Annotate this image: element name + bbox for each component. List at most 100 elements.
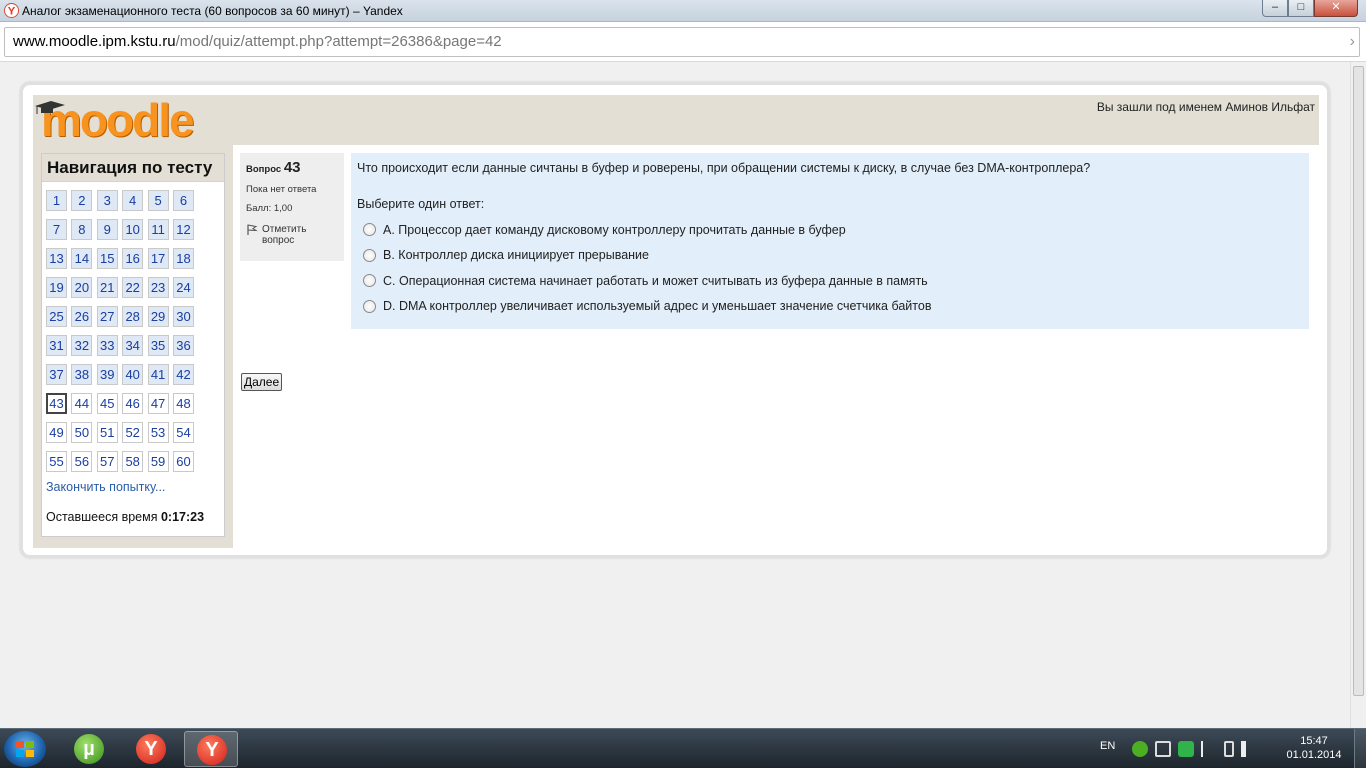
answer-option[interactable]: D. DMA контроллер увеличивает используем… [363, 294, 1303, 320]
show-desktop-button[interactable] [1354, 729, 1366, 768]
action-center-flag-icon[interactable] [1201, 741, 1217, 757]
question-nav-button[interactable]: 9 [96, 219, 118, 240]
next-button[interactable]: Далее [241, 373, 283, 391]
vertical-scrollbar[interactable] [1350, 62, 1366, 728]
question-nav-button[interactable]: 39 [96, 364, 118, 385]
question-nav-button[interactable]: 57 [96, 451, 118, 472]
moodle-logo[interactable]: moodle [35, 97, 195, 143]
question-nav-button[interactable]: 52 [122, 422, 144, 443]
question-nav-button[interactable]: 3 [96, 190, 118, 211]
network-icon[interactable] [1155, 741, 1171, 757]
browser-title-bar: Y Аналог экзаменационного теста (60 вопр… [0, 0, 1366, 22]
question-nav-button[interactable]: 17 [147, 248, 169, 269]
question-nav-button[interactable]: 44 [71, 393, 93, 414]
question-nav-button[interactable]: 43 [46, 393, 67, 414]
power-icon[interactable] [1224, 741, 1234, 757]
question-nav-button[interactable]: 41 [147, 364, 169, 385]
question-nav-button[interactable]: 45 [96, 393, 118, 414]
question-nav-button[interactable]: 11 [147, 219, 169, 240]
answer-radio[interactable] [363, 248, 376, 262]
question-nav-button[interactable]: 40 [122, 364, 144, 385]
question-nav-button[interactable]: 34 [122, 335, 144, 356]
question-nav-button[interactable]: 1 [46, 190, 67, 211]
answer-label[interactable]: D. DMA контроллер увеличивает используем… [383, 299, 931, 313]
question-nav-button[interactable]: 53 [147, 422, 169, 443]
question-nav-button[interactable]: 10 [122, 219, 144, 240]
question-nav-button[interactable]: 18 [172, 248, 194, 269]
answer-label[interactable]: A. Процессор дает команду дисковому конт… [383, 223, 846, 237]
question-nav-button[interactable]: 47 [147, 393, 169, 414]
yandex-browser-taskbar-icon[interactable]: Y [124, 731, 178, 767]
green-check-tray-icon[interactable] [1178, 741, 1194, 757]
question-nav-button[interactable]: 8 [71, 219, 93, 240]
question-nav-button[interactable]: 24 [172, 277, 194, 298]
question-nav-button[interactable]: 27 [96, 306, 118, 327]
close-button[interactable]: ✕ [1314, 0, 1358, 17]
question-nav-button[interactable]: 32 [71, 335, 93, 356]
language-indicator[interactable]: EN [1100, 740, 1115, 752]
scrollbar-thumb[interactable] [1353, 66, 1364, 696]
question-nav-button[interactable]: 60 [172, 451, 194, 472]
question-nav-button[interactable]: 49 [46, 422, 67, 443]
question-nav-button[interactable]: 36 [172, 335, 194, 356]
question-nav-button[interactable]: 26 [71, 306, 93, 327]
minimize-button[interactable]: – [1262, 0, 1288, 17]
url-path: /mod/quiz/attempt.php?attempt=26386&page… [175, 33, 502, 50]
finish-attempt-link[interactable]: Закончить попытку... [46, 480, 165, 494]
question-nav-button[interactable]: 22 [122, 277, 144, 298]
question-nav-button[interactable]: 31 [46, 335, 67, 356]
question-button-grid: 1 2 3 4 5 6 7 8 9 10 11 12 13 14 15 16 17 18 19 20 21 22 23 24 2… [46, 190, 194, 472]
question-nav-button[interactable]: 4 [122, 190, 144, 211]
question-nav-button[interactable]: 23 [147, 277, 169, 298]
question-nav-button[interactable]: 5 [147, 190, 169, 211]
question-nav-button[interactable]: 48 [172, 393, 194, 414]
question-nav-button[interactable]: 55 [46, 451, 67, 472]
question-nav-button[interactable]: 6 [172, 190, 194, 211]
question-nav-button[interactable]: 29 [147, 306, 169, 327]
question-nav-button[interactable]: 21 [96, 277, 118, 298]
volume-icon[interactable] [1241, 741, 1251, 757]
answer-option[interactable]: C. Операционная система начинает работат… [363, 268, 1303, 294]
taskbar-clock[interactable]: 15:47 01.01.2014 [1286, 734, 1342, 762]
question-nav-button[interactable]: 14 [71, 248, 93, 269]
question-nav-button[interactable]: 19 [46, 277, 67, 298]
question-nav-button[interactable]: 13 [46, 248, 67, 269]
question-nav-button[interactable]: 37 [46, 364, 67, 385]
url-field[interactable]: www.moodle.ipm.kstu.ru/mod/quiz/attempt.… [4, 27, 1360, 57]
question-nav-button[interactable]: 12 [172, 219, 194, 240]
start-button[interactable] [4, 731, 46, 767]
answer-option[interactable]: B. Контроллер диска инициирует прерывани… [363, 243, 1303, 269]
maximize-button[interactable]: □ [1288, 0, 1314, 17]
answer-label[interactable]: B. Контроллер диска инициирует прерывани… [383, 248, 649, 262]
question-nav-button[interactable]: 33 [96, 335, 118, 356]
question-nav-button[interactable]: 15 [96, 248, 118, 269]
question-nav-button[interactable]: 59 [147, 451, 169, 472]
answer-radio[interactable] [363, 299, 376, 313]
answer-radio[interactable] [363, 274, 376, 288]
question-nav-button[interactable]: 56 [71, 451, 93, 472]
question-nav-button[interactable]: 38 [71, 364, 93, 385]
question-nav-button[interactable]: 28 [122, 306, 144, 327]
answer-label[interactable]: C. Операционная система начинает работат… [383, 274, 928, 288]
question-nav-button[interactable]: 20 [71, 277, 93, 298]
flag-question-button[interactable]: Отметить вопрос [246, 224, 338, 246]
yandex-browser-active-taskbar-icon[interactable]: Y [184, 731, 238, 767]
question-nav-button[interactable]: 25 [46, 306, 67, 327]
answer-radio[interactable] [363, 223, 376, 237]
question-nav-button[interactable]: 54 [172, 422, 194, 443]
utorrent-tray-icon[interactable] [1132, 741, 1148, 757]
question-nav-button[interactable]: 58 [122, 451, 144, 472]
chevron-right-icon[interactable]: › [1350, 28, 1355, 56]
answer-option[interactable]: A. Процессор дает команду дисковому конт… [363, 217, 1303, 243]
question-number-value: 43 [283, 159, 301, 176]
question-nav-button[interactable]: 7 [46, 219, 67, 240]
utorrent-taskbar-icon[interactable]: µ [62, 731, 116, 767]
question-nav-button[interactable]: 35 [147, 335, 169, 356]
question-nav-button[interactable]: 50 [71, 422, 93, 443]
question-nav-button[interactable]: 51 [96, 422, 118, 443]
question-nav-button[interactable]: 46 [122, 393, 144, 414]
question-nav-button[interactable]: 2 [71, 190, 93, 211]
question-nav-button[interactable]: 16 [122, 248, 144, 269]
question-nav-button[interactable]: 30 [172, 306, 194, 327]
question-nav-button[interactable]: 42 [172, 364, 194, 385]
